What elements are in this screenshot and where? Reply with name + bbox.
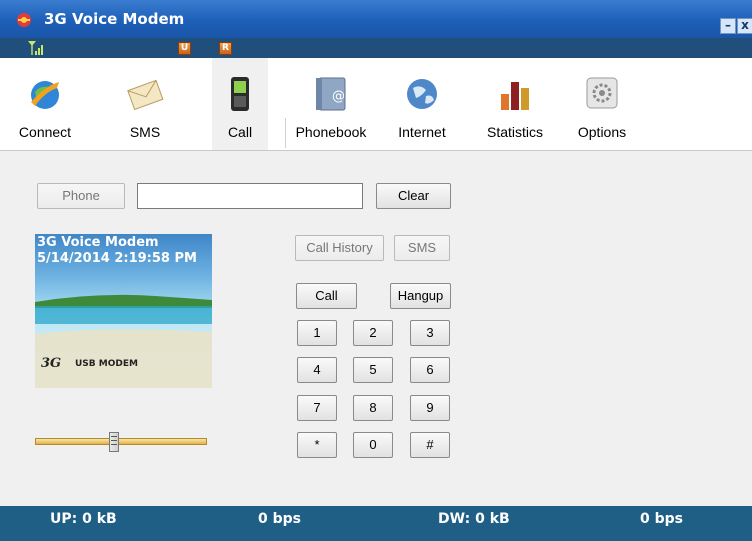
keypad-hash[interactable]: #	[410, 432, 450, 458]
phone-number-input[interactable]	[137, 183, 363, 209]
download-total: DW: 0 kB	[438, 511, 510, 527]
roaming-badge: R	[219, 42, 232, 55]
clear-button[interactable]: Clear	[376, 183, 451, 209]
title-bar[interactable]: 3G Voice Modem – x	[0, 0, 752, 38]
call-display-screen: 3G Voice Modem 5/14/2014 2:19:58 PM 3G U…	[35, 234, 212, 388]
bar-chart-icon	[501, 82, 529, 110]
sms-button[interactable]: SMS	[394, 235, 450, 261]
toolbar-phonebook[interactable]: @ Phonebook	[288, 58, 374, 150]
close-button[interactable]: x	[737, 18, 752, 34]
keypad-4[interactable]: 4	[297, 357, 337, 383]
screen-title: 3G Voice Modem	[37, 235, 159, 250]
keypad-3[interactable]: 3	[410, 320, 450, 346]
keypad-8[interactable]: 8	[353, 395, 393, 421]
keypad-5[interactable]: 5	[353, 357, 393, 383]
volume-slider-thumb[interactable]	[109, 432, 120, 452]
minimize-button[interactable]: –	[720, 18, 736, 34]
keypad-7[interactable]: 7	[297, 395, 337, 421]
traffic-status-bar: UP: 0 kB 0 bps DW: 0 kB 0 bps	[0, 506, 752, 541]
keypad-2[interactable]: 2	[353, 320, 393, 346]
app-logo-icon	[17, 13, 31, 27]
toolbar-phonebook-label: Phonebook	[295, 124, 367, 140]
upload-total: UP: 0 kB	[50, 511, 117, 527]
toolbar-call-label: Call	[227, 124, 253, 140]
keypad-0[interactable]: 0	[353, 432, 393, 458]
screen-datetime: 5/14/2014 2:19:58 PM	[37, 251, 197, 266]
envelope-icon	[127, 79, 164, 111]
signal-bars-icon	[28, 41, 43, 55]
connection-status-bar: U R	[0, 38, 752, 58]
close-icon: x	[741, 18, 749, 32]
internet-globe-icon	[407, 79, 437, 109]
toolbar-statistics-label: Statistics	[486, 124, 543, 140]
toolbar-call[interactable]: Call	[212, 58, 268, 150]
main-toolbar: Connect SMS Call @ Phonebook Internet St…	[0, 58, 752, 151]
toolbar-internet-label: Internet	[398, 124, 446, 140]
keypad-9[interactable]: 9	[410, 395, 450, 421]
call-button[interactable]: Call	[296, 283, 357, 309]
keypad-star[interactable]: *	[297, 432, 337, 458]
keypad-1[interactable]: 1	[297, 320, 337, 346]
globe-arrow-icon	[31, 81, 59, 109]
minimize-icon: –	[725, 18, 731, 32]
modem-logo-3g: 3G	[41, 356, 62, 371]
toolbar-options[interactable]: Options	[569, 58, 635, 150]
app-window: 3G Voice Modem – x U R Connect SMS Call …	[0, 0, 752, 541]
toolbar-sms[interactable]: SMS	[115, 58, 175, 150]
modem-logo-text: USB MODEM	[75, 359, 138, 369]
gear-icon	[586, 77, 618, 109]
svg-text:@: @	[332, 89, 345, 104]
hangup-button[interactable]: Hangup	[390, 283, 451, 309]
volume-slider-track[interactable]	[35, 438, 207, 445]
toolbar-options-label: Options	[577, 124, 627, 140]
download-rate: 0 bps	[640, 511, 683, 527]
toolbar-internet[interactable]: Internet	[384, 58, 460, 150]
window-title: 3G Voice Modem	[44, 10, 185, 28]
upload-rate: 0 bps	[258, 511, 301, 527]
call-history-button[interactable]: Call History	[295, 235, 384, 261]
toolbar-statistics[interactable]: Statistics	[473, 58, 557, 150]
phone-button[interactable]: Phone	[37, 183, 125, 209]
usim-badge: U	[178, 42, 191, 55]
toolbar-divider	[285, 118, 286, 148]
toolbar-sms-label: SMS	[129, 124, 161, 140]
toolbar-connect[interactable]: Connect	[15, 58, 75, 150]
toolbar-connect-label: Connect	[18, 124, 72, 140]
mobile-phone-icon	[231, 77, 249, 111]
keypad-6[interactable]: 6	[410, 357, 450, 383]
address-book-icon: @	[316, 77, 346, 111]
